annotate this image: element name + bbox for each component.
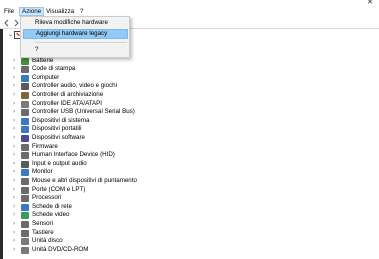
tree-item-label: Dispositivi portatili [32, 125, 82, 133]
tree-item-label: Firmware [32, 142, 58, 150]
forward-arrow-icon [14, 19, 19, 27]
expand-chevron-icon[interactable]: › [13, 151, 19, 159]
tree-item-label: Controller USB (Universal Serial Bus) [32, 108, 135, 116]
expand-chevron-icon[interactable]: › [13, 168, 19, 176]
tree-item-label: Controller audio, video e giochi [32, 82, 117, 90]
processor-icon [21, 195, 29, 203]
tree-item-label: Human Interface Device (HID) [32, 151, 115, 159]
back-button[interactable] [3, 19, 11, 27]
expand-chevron-icon[interactable]: › [13, 143, 19, 151]
menu-item-rileva-modifiche[interactable]: Rileva modifiche hardware [23, 18, 128, 28]
tree-item-label: Unità disco [32, 237, 63, 245]
expand-chevron-icon[interactable]: › [13, 82, 19, 90]
expand-chevron-icon[interactable]: › [13, 57, 19, 65]
tree-item-label: Code di stampa [32, 65, 76, 73]
tree-item-label: Sensori [32, 219, 53, 227]
menu-azione[interactable]: Azione [19, 7, 45, 16]
forward-button[interactable] [12, 19, 20, 27]
tree-item-label: Schede video [32, 211, 70, 219]
expand-chevron-icon[interactable]: › [13, 100, 19, 108]
expand-chevron-icon[interactable]: › [13, 220, 19, 228]
usb-icon [21, 109, 29, 117]
portable-device-icon [21, 126, 29, 134]
tree-item-label: Dispositivi software [32, 133, 85, 141]
expand-chevron-icon[interactable]: › [13, 237, 19, 245]
network-adapter-icon [21, 203, 29, 211]
tree-item-label: Monitor [32, 168, 53, 176]
display-adapter-icon [21, 212, 29, 220]
tree-item-label: Computer [32, 73, 60, 81]
tree-item-label: Unità DVD/CD-ROM [32, 245, 89, 253]
ide-controller-icon [21, 100, 29, 108]
tree-item-label: Dispositivi di sistema [32, 116, 90, 124]
expand-chevron-icon[interactable]: › [13, 246, 19, 254]
expand-chevron-icon[interactable]: › [13, 160, 19, 168]
tree-item-label: Tastiere [32, 228, 54, 236]
menu-visualizza[interactable]: Visualizza [44, 7, 76, 16]
tree-item-label: Processori [32, 194, 62, 202]
expand-chevron-icon[interactable]: › [13, 203, 19, 211]
tree-item-label: Controller di archiviazione [32, 90, 104, 98]
expand-chevron-icon[interactable]: › [13, 177, 19, 185]
printer-icon [21, 66, 29, 74]
expand-chevron-icon[interactable]: › [13, 65, 19, 73]
menu-file[interactable]: File [2, 7, 16, 16]
battery-icon [21, 57, 29, 65]
system-device-icon [21, 117, 29, 125]
expand-chevron-icon[interactable]: › [13, 194, 19, 202]
tree-item-label: Controller IDE ATA/ATAPI [32, 99, 103, 107]
hid-icon [21, 152, 29, 160]
tree-item-label: Schede di rete [32, 202, 72, 210]
azione-dropdown-menu: Rileva modifiche hardware Aggiungi hardw… [20, 16, 130, 58]
tree-item-label: Input e output audio [32, 159, 87, 167]
firmware-icon [21, 143, 29, 151]
expand-chevron-icon[interactable]: › [13, 74, 19, 82]
expand-chevron-icon[interactable]: › [13, 108, 19, 116]
storage-controller-icon [21, 91, 29, 99]
tree-item-label: Mouse e altri dispositivi di puntamento [32, 176, 137, 184]
tree-item-label: Porte (COM e LPT) [32, 185, 86, 193]
mouse-icon [21, 177, 29, 185]
back-arrow-icon [4, 19, 9, 27]
expand-chevron-icon[interactable]: › [13, 211, 19, 219]
menu-help[interactable]: ? [78, 7, 86, 16]
audio-io-icon [21, 160, 29, 168]
port-icon [21, 186, 29, 194]
menu-item-aggiungi-hardware-legacy[interactable]: Aggiungi hardware legacy [23, 29, 128, 39]
disk-drive-icon [21, 238, 29, 246]
expand-chevron-icon[interactable]: › [13, 117, 19, 125]
expand-chevron-icon[interactable]: › [13, 125, 19, 133]
keyboard-icon [21, 229, 29, 237]
expand-chevron-icon[interactable]: › [13, 186, 19, 194]
expand-chevron-icon[interactable]: › [13, 134, 19, 142]
menu-item-help[interactable]: ? [23, 45, 128, 55]
dvd-drive-icon [21, 246, 29, 254]
sensor-icon [21, 220, 29, 228]
expand-chevron-icon[interactable]: › [13, 91, 19, 99]
speaker-icon [21, 83, 29, 91]
menu-separator [35, 42, 127, 43]
expand-chevron-icon[interactable]: › [13, 229, 19, 237]
software-device-icon [21, 134, 29, 142]
computer-icon [21, 74, 29, 82]
monitor-icon [21, 169, 29, 177]
